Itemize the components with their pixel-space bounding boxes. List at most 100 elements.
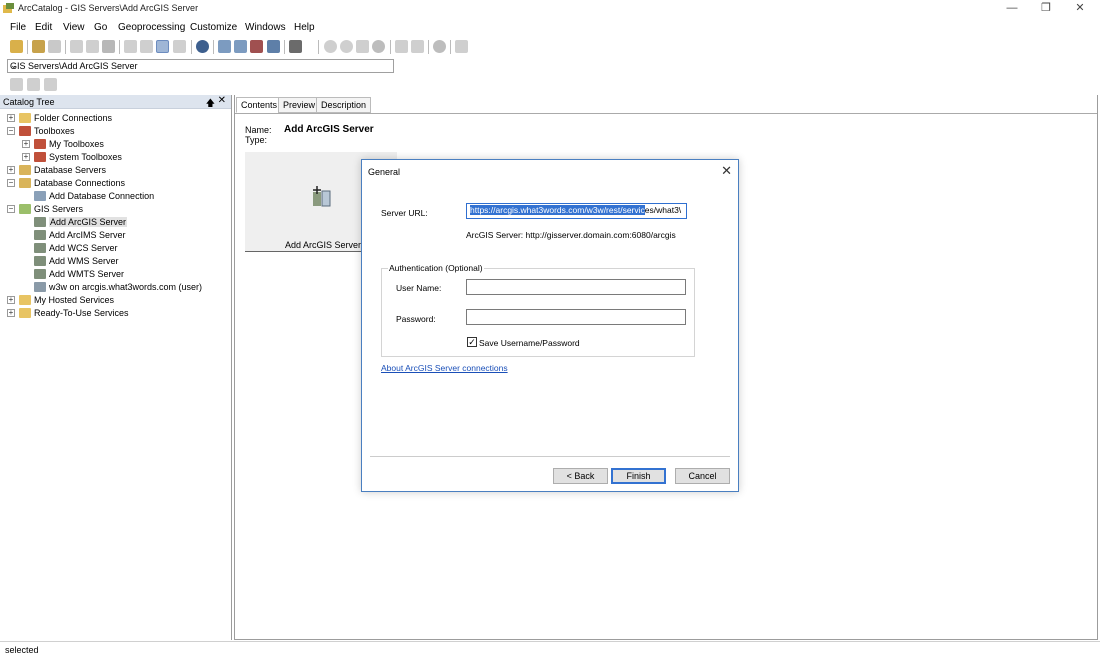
- tree-item-label: Toolboxes: [34, 126, 75, 136]
- catalog-tree-panel: Catalog Tree 🡅 ✕ + Folder Connections − …: [0, 95, 232, 640]
- pan-icon[interactable]: [356, 40, 369, 53]
- connect-folder-icon[interactable]: [32, 40, 45, 53]
- close-icon[interactable]: ✕: [721, 163, 732, 179]
- close-panel-icon[interactable]: ✕: [218, 95, 226, 106]
- status-bar: selected: [0, 641, 1100, 657]
- toolbar-separator: [450, 40, 451, 54]
- back-arrow-icon[interactable]: [395, 40, 408, 53]
- create-thumbnail-icon[interactable]: [455, 40, 468, 53]
- tree-item-label: Add ArcGIS Server: [49, 217, 128, 227]
- python-window-icon[interactable]: [267, 40, 280, 53]
- tree-item-label: Add WMS Server: [49, 256, 119, 266]
- username-label: User Name:: [396, 283, 442, 293]
- tab-preview[interactable]: Preview: [278, 97, 321, 113]
- chevron-down-icon[interactable]: ⌄: [10, 60, 391, 71]
- collapse-icon[interactable]: −: [7, 179, 15, 187]
- location-combobox[interactable]: GIS Servers\Add ArcGIS Server ⌄: [7, 59, 394, 73]
- password-input[interactable]: [466, 309, 686, 325]
- modelbuilder-icon[interactable]: [250, 40, 263, 53]
- toolbar-separator: [65, 40, 66, 54]
- server-url-label: Server URL:: [381, 208, 428, 218]
- type-label: Type:: [245, 135, 268, 145]
- menu-customize[interactable]: Customize: [190, 22, 237, 33]
- about-arcgis-server-link[interactable]: About ArcGIS Server connections: [381, 363, 508, 373]
- large-icons-view-icon[interactable]: [124, 40, 137, 53]
- save-credentials-checkbox[interactable]: ✓: [467, 337, 477, 347]
- tab-contents[interactable]: Contents: [236, 97, 283, 113]
- tree-item-label: Add ArcIMS Server: [49, 230, 126, 240]
- paste-icon[interactable]: [86, 40, 99, 53]
- details-view-icon[interactable]: [156, 40, 169, 53]
- edit-metadata-icon[interactable]: [10, 78, 23, 91]
- toolbar-separator: [119, 40, 120, 54]
- toolbar-separator: [284, 40, 285, 54]
- server-url-selected-text: https://arcgis.what3words.com/w3w/rest/s…: [470, 205, 645, 215]
- server-url-input[interactable]: https://arcgis.what3words.com/w3w/rest/s…: [466, 203, 687, 219]
- tree-item-label: Database Servers: [34, 165, 107, 175]
- menu-help[interactable]: Help: [294, 22, 315, 33]
- full-extent-icon[interactable]: [372, 40, 385, 53]
- copy-icon[interactable]: [70, 40, 83, 53]
- arctoolbox-window-icon[interactable]: [234, 40, 247, 53]
- back-button[interactable]: < Back: [553, 468, 608, 484]
- toolbar-separator: [428, 40, 429, 54]
- dialog-title: General: [368, 167, 401, 177]
- tree-item-label: Database Connections: [34, 178, 126, 188]
- toolbar-separator: [318, 40, 319, 54]
- list-view-icon[interactable]: [140, 40, 153, 53]
- pin-icon[interactable]: 🡅: [206, 96, 215, 112]
- add-server-icon: [34, 243, 46, 253]
- close-window-button[interactable]: ✕: [1063, 0, 1097, 17]
- disconnect-folder-icon[interactable]: [48, 40, 61, 53]
- arccatalog-app-icon: [3, 3, 14, 13]
- add-server-icon: [34, 269, 46, 279]
- expand-icon[interactable]: +: [22, 153, 30, 161]
- toolbar-separator: [213, 40, 214, 54]
- catalog-window-icon[interactable]: [218, 40, 231, 53]
- menu-edit[interactable]: Edit: [35, 22, 52, 33]
- connect-to-server-icon[interactable]: [289, 40, 302, 53]
- minimize-button[interactable]: —: [995, 0, 1029, 17]
- tree-item-label: Ready-To-Use Services: [34, 308, 129, 318]
- zoom-out-icon[interactable]: [340, 40, 353, 53]
- menu-view[interactable]: View: [63, 22, 85, 33]
- search-window-icon[interactable]: [196, 40, 209, 53]
- restore-button[interactable]: ❐: [1029, 0, 1063, 17]
- tree-item-label: My Hosted Services: [34, 295, 115, 305]
- expand-icon[interactable]: +: [7, 114, 15, 122]
- validate-metadata-icon[interactable]: [27, 78, 40, 91]
- add-arcgis-server-icon: [313, 186, 331, 207]
- identify-icon[interactable]: [433, 40, 446, 53]
- collapse-icon[interactable]: −: [7, 205, 15, 213]
- name-value: Add ArcGIS Server: [284, 124, 374, 135]
- finish-button[interactable]: Finish: [611, 468, 666, 484]
- cancel-button[interactable]: Cancel: [675, 468, 730, 484]
- expand-icon[interactable]: +: [7, 309, 15, 317]
- username-input[interactable]: [466, 279, 686, 295]
- up-one-level-icon[interactable]: [10, 40, 23, 53]
- tree-item-label: System Toolboxes: [49, 152, 122, 162]
- expand-icon[interactable]: +: [22, 140, 30, 148]
- title-bar: ArcCatalog - GIS Servers\Add ArcGIS Serv…: [0, 0, 1100, 17]
- menu-bar: File Edit View Go Geoprocessing Customiz…: [0, 19, 1100, 35]
- expand-icon[interactable]: +: [7, 296, 15, 304]
- expand-icon[interactable]: +: [7, 166, 15, 174]
- menu-windows[interactable]: Windows: [245, 22, 286, 33]
- import-metadata-icon[interactable]: [44, 78, 57, 91]
- delete-icon[interactable]: [102, 40, 115, 53]
- menu-go[interactable]: Go: [94, 22, 107, 33]
- collapse-icon[interactable]: −: [7, 127, 15, 135]
- menu-file[interactable]: File: [10, 22, 26, 33]
- catalog-tree-header: Catalog Tree 🡅 ✕: [0, 95, 231, 109]
- forward-arrow-icon[interactable]: [411, 40, 424, 53]
- thumbnails-view-icon[interactable]: [173, 40, 186, 53]
- save-credentials-label: Save Username/Password: [479, 338, 580, 348]
- server-url-example: ArcGIS Server: http://gisserver.domain.c…: [466, 230, 676, 240]
- toolbar-separator: [191, 40, 192, 54]
- catalog-tree-title: Catalog Tree: [3, 97, 55, 107]
- tab-description[interactable]: Description: [316, 97, 372, 113]
- window-title: ArcCatalog - GIS Servers\Add ArcGIS Serv…: [18, 3, 199, 13]
- zoom-in-icon[interactable]: [324, 40, 337, 53]
- menu-geoprocessing[interactable]: Geoprocessing: [118, 22, 185, 33]
- password-label: Password:: [396, 314, 436, 324]
